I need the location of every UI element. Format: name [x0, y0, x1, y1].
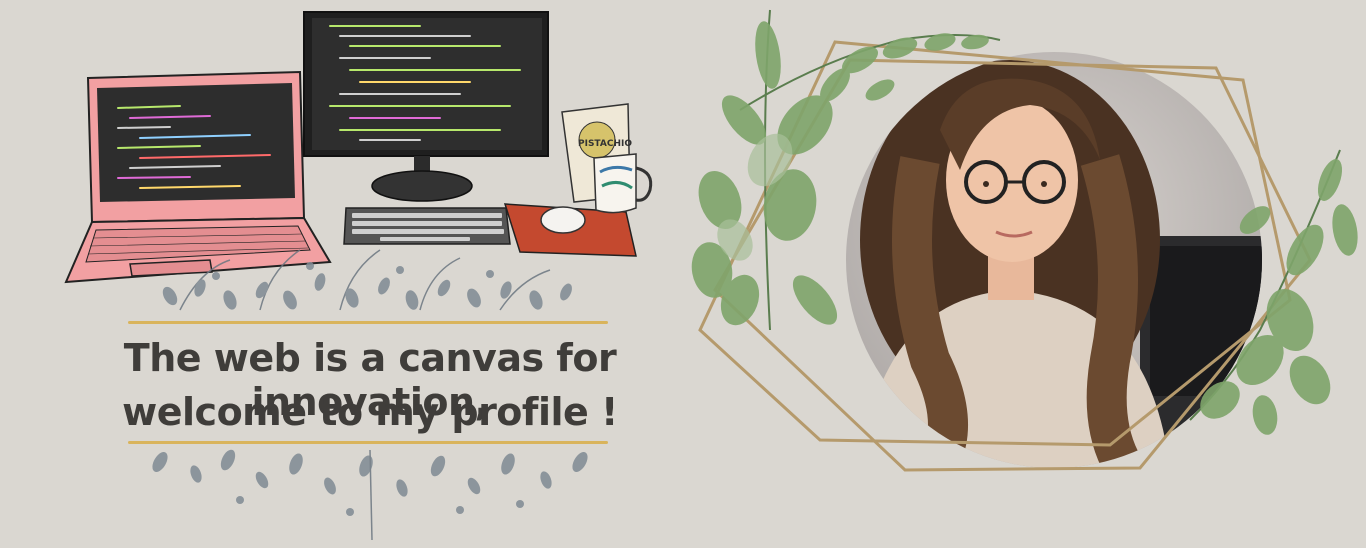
leaf-decoration: [152, 449, 588, 541]
hero-banner: PISTACHIO The web is a canvas for innova…: [0, 0, 1366, 548]
snack-bag-label: PISTACHIO: [578, 139, 632, 149]
headline-line-2: welcome to my profile !: [122, 390, 618, 434]
keyboard-icon: [343, 207, 511, 245]
laptop-icon: [64, 70, 332, 284]
workspace-illustration: PISTACHIO: [64, 9, 1358, 541]
divider-top: [128, 321, 608, 324]
monitor-icon: [303, 11, 549, 202]
coffee-mug-icon: [593, 153, 653, 214]
divider-bottom: [128, 441, 608, 444]
